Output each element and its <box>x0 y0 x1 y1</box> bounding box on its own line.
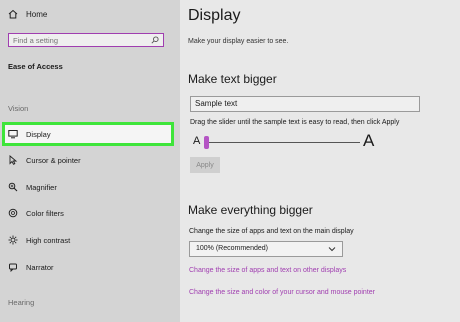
color-filters-icon <box>8 208 18 218</box>
search-icon[interactable] <box>151 36 159 44</box>
sidebar-item-color-filters[interactable]: Color filters <box>0 201 180 225</box>
other-displays-link[interactable]: Change the size of apps and text on othe… <box>189 267 346 274</box>
sidebar-item-high-contrast[interactable]: High contrast <box>0 228 180 252</box>
sidebar-item-narrator[interactable]: Narrator <box>0 255 180 279</box>
sidebar-item-label: Magnifier <box>26 182 57 192</box>
magnifier-icon <box>8 182 18 192</box>
sidebar: Home Ease of Access Vision Display Curso… <box>0 0 180 322</box>
narrator-icon <box>9 263 17 272</box>
monitor-icon <box>8 130 18 139</box>
sample-text-box: Sample text <box>190 96 420 112</box>
high-contrast-icon <box>8 235 18 245</box>
text-size-slider-thumb[interactable] <box>204 136 209 149</box>
home-icon <box>8 9 18 19</box>
text-section-heading: Make text bigger <box>188 72 277 86</box>
slider-max-label: A <box>363 131 375 150</box>
search-box[interactable] <box>8 33 164 47</box>
slider-hint: Drag the slider until the sample text is… <box>190 119 400 126</box>
chevron-down-icon <box>328 247 336 252</box>
everything-section-heading: Make everything bigger <box>188 203 313 217</box>
section-title: Ease of Access <box>8 62 63 71</box>
sidebar-item-label: High contrast <box>26 235 71 245</box>
home-link[interactable]: Home <box>8 9 47 19</box>
search-input[interactable] <box>13 34 151 46</box>
sidebar-item-magnifier[interactable]: Magnifier <box>0 175 180 199</box>
sidebar-item-label: Cursor & pointer <box>26 155 81 165</box>
cursor-icon <box>9 155 18 165</box>
group-vision-label: Vision <box>8 104 29 113</box>
sidebar-item-display[interactable]: Display <box>2 122 174 146</box>
scale-select-value: 100% (Recommended) <box>196 245 268 252</box>
page-subtitle: Make your display easier to see. <box>188 38 289 45</box>
slider-min-label: A <box>193 135 201 147</box>
sidebar-item-label: Narrator <box>26 262 54 272</box>
sidebar-item-cursor-pointer[interactable]: Cursor & pointer <box>0 148 180 172</box>
page-title: Display <box>188 7 241 24</box>
apply-button[interactable]: Apply <box>190 157 220 173</box>
sidebar-item-label: Display <box>26 129 51 139</box>
group-hearing-label: Hearing <box>8 298 35 307</box>
scale-select[interactable]: 100% (Recommended) <box>189 241 343 257</box>
home-label: Home <box>26 9 48 19</box>
text-size-slider-track[interactable] <box>206 142 360 143</box>
cursor-pointer-link[interactable]: Change the size and color of your cursor… <box>189 289 375 296</box>
sidebar-item-label: Color filters <box>26 208 64 218</box>
main-content: Display Make your display easier to see.… <box>180 0 460 322</box>
scale-label: Change the size of apps and text on the … <box>189 228 354 235</box>
